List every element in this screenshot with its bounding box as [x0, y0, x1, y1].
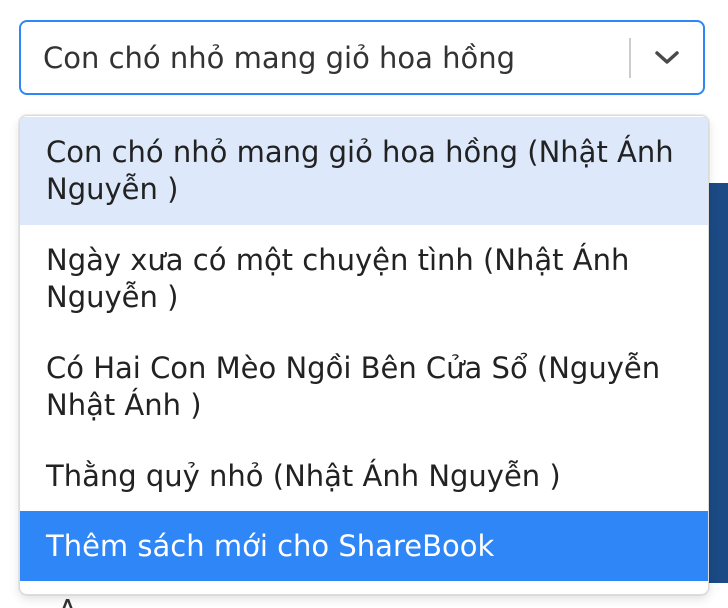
- option-thang-quy-nho[interactable]: Thằng quỷ nhỏ (Nhật Ánh Nguyễn ): [20, 441, 708, 511]
- option-co-hai-con-meo[interactable]: Có Hai Con Mèo Ngồi Bên Cửa Sổ (Nguyễn N…: [20, 333, 708, 441]
- chevron-down-icon: [655, 50, 679, 64]
- option-label: Ngày xưa có một chuyện tình (Nhật Ánh Ng…: [46, 243, 630, 314]
- page: Ả Con chó nhỏ mang giỏ hoa hồng Con chó …: [0, 0, 728, 608]
- option-ngay-xua[interactable]: Ngày xưa có một chuyện tình (Nhật Ánh Ng…: [20, 225, 708, 333]
- dropdown-menu: Con chó nhỏ mang giỏ hoa hồng (Nhật Ánh …: [19, 115, 709, 595]
- option-add-new-book[interactable]: Thêm sách mới cho ShareBook: [20, 511, 708, 581]
- option-con-cho-nho[interactable]: Con chó nhỏ mang giỏ hoa hồng (Nhật Ánh …: [20, 117, 708, 225]
- option-label: Con chó nhỏ mang giỏ hoa hồng (Nhật Ánh …: [46, 135, 674, 206]
- option-label: Thêm sách mới cho ShareBook: [46, 528, 495, 563]
- option-label: Có Hai Con Mèo Ngồi Bên Cửa Sổ (Nguyễn N…: [46, 351, 661, 422]
- book-select[interactable]: Con chó nhỏ mang giỏ hoa hồng: [19, 20, 705, 95]
- option-label: Thằng quỷ nhỏ (Nhật Ánh Nguyễn ): [46, 458, 561, 493]
- background-text-fragment: Ả: [58, 598, 88, 608]
- dropdown-indicator-button[interactable]: [631, 22, 703, 93]
- selected-value: Con chó nhỏ mang giỏ hoa hồng: [43, 40, 516, 75]
